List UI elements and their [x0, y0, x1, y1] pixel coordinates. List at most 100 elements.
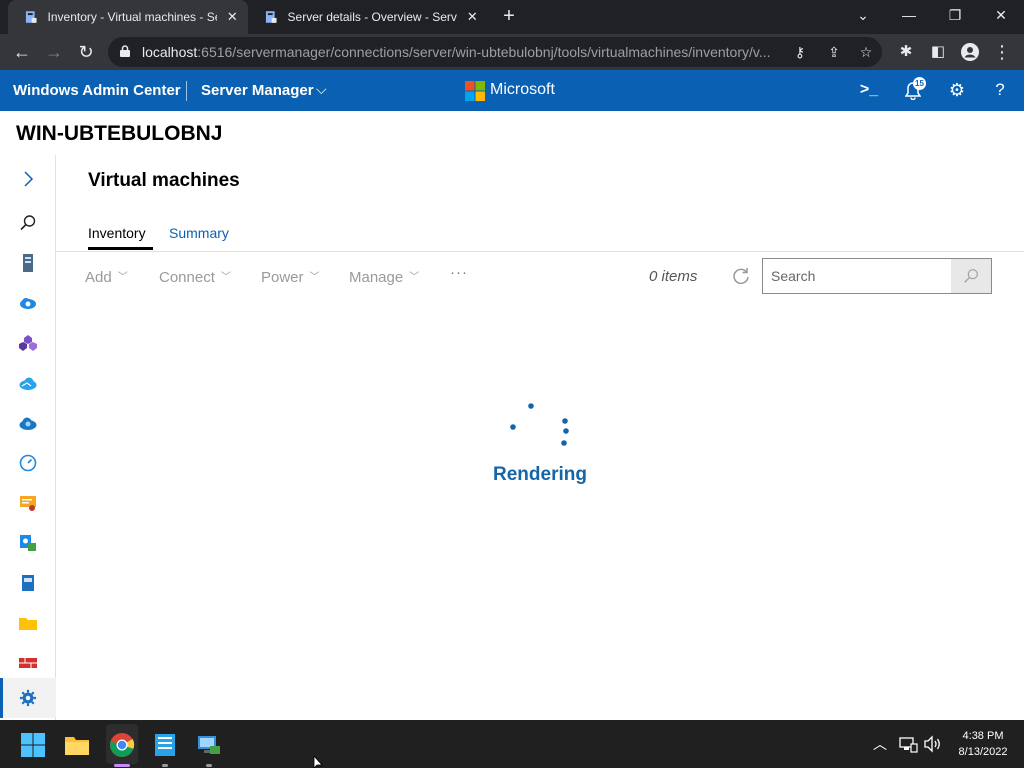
server-overview-icon[interactable] [18, 253, 38, 273]
file-explorer-icon[interactable] [64, 732, 90, 758]
clock-time: 4:38 PM [962, 730, 1004, 742]
azure-monitor-cloud-icon[interactable] [18, 373, 38, 393]
key-icon[interactable]: ⚷ [792, 44, 808, 60]
tabs-divider [56, 251, 1024, 252]
help-question-icon[interactable]: ? [988, 78, 1012, 102]
close-tab-icon[interactable]: ✕ [465, 9, 480, 25]
server-name-title: WIN-UBTEBULOBNJ [16, 122, 223, 145]
show-hidden-icons-chevron-icon[interactable]: ︿ [870, 734, 890, 754]
close-window-button[interactable]: ✕ [978, 0, 1024, 34]
browser-tab-title: Inventory - Virtual machines - Se [47, 10, 217, 24]
item-count: 0 items [649, 268, 698, 285]
server-manager-icon[interactable] [152, 732, 178, 758]
header-divider [186, 81, 187, 101]
add-label: Add [85, 269, 112, 286]
chevron-down-icon: ﹀ [117, 272, 128, 283]
firewall-brick-icon[interactable] [18, 653, 38, 673]
minimize-button[interactable]: — [886, 0, 932, 34]
azure-hybrid-services-icon[interactable] [18, 333, 38, 353]
active-tab-underline [88, 247, 153, 250]
active-app-indicator [114, 764, 130, 767]
address-bar[interactable]: localhost:6516/servermanager/connections… [108, 37, 882, 67]
settings-gear-icon[interactable]: ⚙ [945, 78, 969, 102]
url-host: localhost [142, 44, 198, 60]
start-windows-icon[interactable] [20, 732, 46, 758]
restore-button[interactable]: ❐ [932, 0, 978, 34]
tab-inventory[interactable]: Inventory [88, 225, 146, 241]
browser-tab-inventory[interactable]: Inventory - Virtual machines - Se ✕ [8, 0, 248, 34]
search-tools-icon[interactable] [18, 213, 38, 233]
tab-search-chevron-icon[interactable]: ⌄ [840, 0, 886, 34]
search-box [762, 258, 992, 294]
power-label: Power [261, 269, 304, 286]
manage-menu-button[interactable]: Manage ﹀ [349, 268, 419, 286]
tab-summary[interactable]: Summary [169, 225, 229, 241]
new-tab-button[interactable]: + [498, 5, 520, 27]
expand-chevron-icon[interactable] [18, 169, 38, 189]
connect-menu-button[interactable]: Connect ﹀ [159, 268, 231, 286]
azure-backup-cloud-icon[interactable] [18, 293, 38, 313]
browser-tab-server-details[interactable]: Server details - Overview - Server ✕ [248, 0, 488, 34]
selected-indicator [0, 678, 3, 718]
chevron-down-icon[interactable]: ⌵ [316, 81, 327, 98]
solution-switcher-label[interactable]: Server Manager [201, 82, 314, 99]
powershell-prompt-icon[interactable]: >_ [857, 78, 881, 102]
clock-date: 8/13/2022 [958, 746, 1008, 758]
loading-spinner-icon [510, 403, 569, 446]
settings-gear-icon [19, 689, 37, 707]
taskbar: ︿ [0, 720, 1024, 768]
chrome-browser-icon[interactable] [109, 732, 135, 758]
volume-speaker-icon[interactable] [922, 734, 942, 754]
chevron-down-icon: ﹀ [409, 272, 420, 283]
page-title: Virtual machines [88, 170, 240, 191]
notification-count-badge: 15 [913, 77, 926, 90]
app-header: Windows Admin Center Server Manager ⌵ Mi… [0, 70, 1024, 111]
more-actions-ellipsis-icon[interactable]: ··· [450, 264, 468, 281]
reload-icon[interactable]: ↻ [74, 40, 98, 64]
back-arrow-icon[interactable]: ← [10, 40, 34, 64]
url-path: :6516/servermanager/connections/server/w… [197, 44, 771, 60]
microsoft-logo-icon [465, 81, 485, 101]
bookmark-star-icon[interactable]: ☆ [858, 44, 874, 60]
remote-desktop-icon[interactable] [196, 732, 222, 758]
browser-tab-strip: Inventory - Virtual machines - Se ✕ Serv… [0, 0, 1024, 34]
mouse-cursor-icon [313, 756, 323, 768]
power-menu-button[interactable]: Power ﹀ [261, 268, 320, 286]
search-input[interactable] [763, 259, 951, 293]
search-button[interactable] [951, 259, 991, 293]
server-favicon-icon [265, 11, 277, 23]
running-app-indicator [206, 764, 212, 767]
microsoft-label: Microsoft [490, 81, 555, 98]
app-brand[interactable]: Windows Admin Center [13, 82, 181, 99]
azure-security-cloud-icon[interactable] [18, 413, 38, 433]
server-favicon-icon [25, 11, 37, 23]
taskbar-clock[interactable]: 4:38 PM 8/13/2022 [950, 728, 1016, 760]
lock-icon [120, 45, 130, 57]
devices-icon[interactable] [18, 533, 38, 553]
profile-avatar-icon[interactable] [958, 40, 982, 64]
tools-sidebar [0, 155, 56, 720]
chevron-down-icon: ﹀ [309, 272, 320, 283]
refresh-icon[interactable] [731, 266, 751, 286]
network-icon[interactable] [898, 734, 918, 754]
browser-tab-title: Server details - Overview - Server [287, 10, 457, 24]
connect-label: Connect [159, 269, 215, 286]
url-text: localhost:6516/servermanager/connections… [142, 44, 792, 60]
files-folder-icon[interactable] [18, 613, 38, 633]
search-icon [964, 269, 978, 283]
add-menu-button[interactable]: Add ﹀ [85, 268, 128, 286]
certificates-icon[interactable] [18, 493, 38, 513]
sidebar-item-settings[interactable] [0, 678, 56, 718]
manage-label: Manage [349, 269, 404, 286]
browser-toolbar: ← → ↻ localhost:6516/servermanager/conne… [0, 34, 1024, 70]
forward-arrow-icon[interactable]: → [42, 40, 66, 64]
extensions-puzzle-icon[interactable]: ✱ [894, 40, 918, 64]
running-app-indicator [162, 764, 168, 767]
share-icon[interactable]: ⇪ [826, 44, 842, 60]
side-panel-icon[interactable]: ◧ [926, 40, 950, 64]
close-tab-icon[interactable]: ✕ [225, 9, 240, 25]
loading-text: Rendering [493, 464, 587, 485]
browser-menu-kebab-icon[interactable]: ⋮ [990, 40, 1014, 64]
chevron-down-icon: ﹀ [220, 272, 231, 283]
events-book-icon[interactable] [18, 573, 38, 593]
